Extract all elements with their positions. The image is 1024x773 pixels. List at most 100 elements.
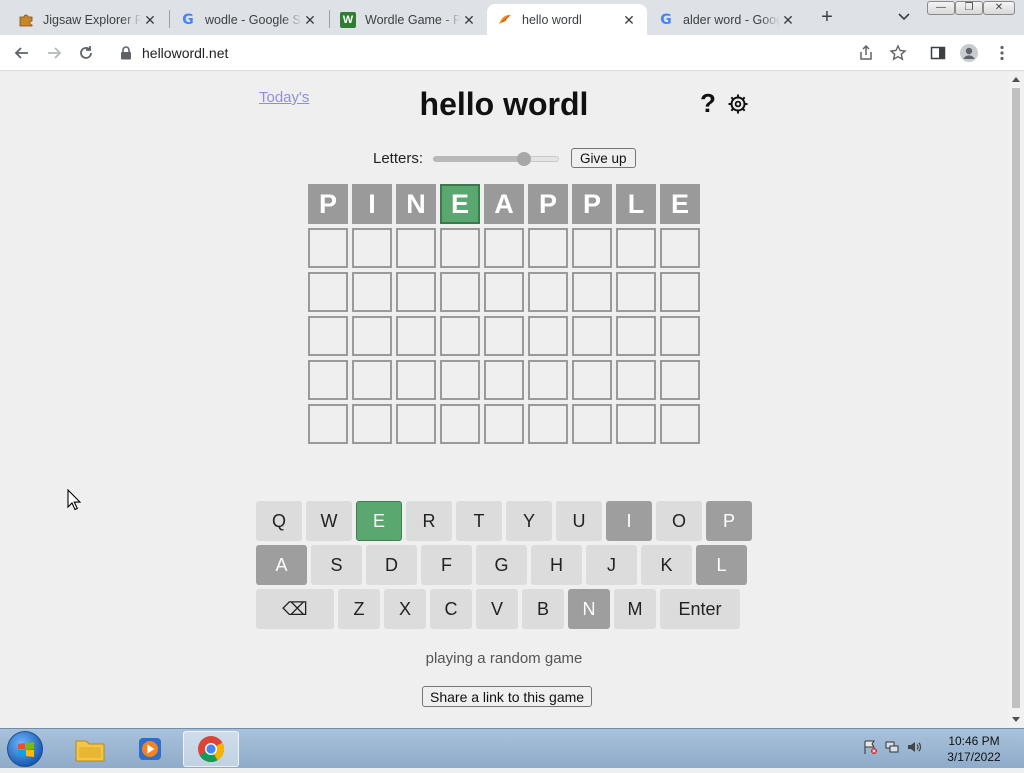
page-title: hello wordl bbox=[419, 86, 589, 122]
board-tile bbox=[352, 228, 392, 268]
chrome-icon[interactable] bbox=[183, 731, 239, 767]
key-t[interactable]: T bbox=[456, 501, 502, 541]
board-tile bbox=[440, 316, 480, 356]
key-u[interactable]: U bbox=[556, 501, 602, 541]
key-c[interactable]: C bbox=[430, 589, 472, 629]
close-icon[interactable]: ✕ bbox=[142, 12, 158, 28]
backspace-key-icon[interactable]: ⌫ bbox=[256, 589, 334, 629]
key-m[interactable]: M bbox=[614, 589, 656, 629]
key-o[interactable]: O bbox=[656, 501, 702, 541]
key-w[interactable]: W bbox=[306, 501, 352, 541]
profile-avatar-icon[interactable] bbox=[959, 43, 979, 63]
scroll-up-arrow-icon[interactable] bbox=[1012, 77, 1020, 82]
vertical-scrollbar[interactable] bbox=[1008, 72, 1024, 727]
slider-thumb[interactable] bbox=[516, 152, 531, 166]
close-window-icon[interactable]: ✕ bbox=[983, 1, 1015, 15]
board-tile bbox=[308, 272, 348, 312]
close-icon[interactable]: ✕ bbox=[302, 12, 318, 28]
board-tile bbox=[440, 404, 480, 444]
board-tile bbox=[396, 404, 436, 444]
board-tile: P bbox=[528, 184, 568, 224]
give-up-button[interactable]: Give up bbox=[571, 148, 636, 168]
tab-title: Wordle Game - Pl bbox=[365, 12, 461, 27]
google-icon: G bbox=[182, 11, 194, 28]
key-y[interactable]: Y bbox=[506, 501, 552, 541]
letters-slider[interactable] bbox=[433, 152, 560, 166]
volume-speaker-icon[interactable] bbox=[906, 739, 922, 760]
help-button[interactable]: ? bbox=[700, 88, 716, 119]
board-tile bbox=[616, 228, 656, 268]
key-l[interactable]: L bbox=[696, 545, 747, 585]
kebab-menu-icon[interactable] bbox=[992, 43, 1012, 63]
scrollbar-thumb[interactable] bbox=[1012, 88, 1020, 708]
new-tab-plus-icon[interactable]: + bbox=[816, 6, 838, 28]
key-b[interactable]: B bbox=[522, 589, 564, 629]
tab-wodle-google[interactable]: G wodle - Google S ✕ bbox=[170, 4, 328, 35]
key-s[interactable]: S bbox=[311, 545, 362, 585]
lock-icon[interactable] bbox=[120, 46, 132, 65]
key-n[interactable]: N bbox=[568, 589, 610, 629]
board-tile bbox=[660, 404, 700, 444]
letters-label: Letters: bbox=[373, 149, 424, 167]
action-center-flag-icon[interactable] bbox=[862, 739, 878, 760]
tab-jigsaw-explorer[interactable]: Jigsaw Explorer Pu ✕ bbox=[8, 4, 168, 35]
share-link-button[interactable]: Share a link to this game bbox=[422, 686, 593, 707]
key-d[interactable]: D bbox=[366, 545, 417, 585]
key-v[interactable]: V bbox=[476, 589, 518, 629]
tab-title: alder word - Goog bbox=[683, 12, 780, 27]
key-f[interactable]: F bbox=[421, 545, 472, 585]
tab-wordle-game[interactable]: W Wordle Game - Pl ✕ bbox=[330, 4, 487, 35]
google-icon: G bbox=[660, 11, 672, 28]
enter-key[interactable]: Enter bbox=[660, 589, 740, 629]
key-p[interactable]: P bbox=[706, 501, 752, 541]
share-page-icon[interactable] bbox=[856, 43, 876, 63]
mouse-cursor-icon bbox=[67, 488, 82, 516]
settings-gear-icon[interactable] bbox=[727, 93, 749, 115]
file-explorer-icon[interactable] bbox=[62, 731, 118, 767]
scroll-down-arrow-icon[interactable] bbox=[1012, 717, 1020, 722]
forward-arrow-icon[interactable] bbox=[44, 43, 64, 63]
key-g[interactable]: G bbox=[476, 545, 527, 585]
jigsaw-icon bbox=[18, 12, 34, 28]
board-tile: P bbox=[308, 184, 348, 224]
side-panel-icon[interactable] bbox=[928, 43, 948, 63]
tab-alder-word-google[interactable]: G alder word - Goog ✕ bbox=[648, 4, 806, 35]
bookmark-star-icon[interactable] bbox=[888, 43, 908, 63]
restore-window-icon[interactable]: ❐ bbox=[955, 1, 983, 15]
back-arrow-icon[interactable] bbox=[12, 43, 32, 63]
board-row bbox=[308, 404, 704, 448]
key-r[interactable]: R bbox=[406, 501, 452, 541]
board-tile bbox=[572, 272, 612, 312]
url-text: hellowordl.net bbox=[142, 45, 229, 61]
media-player-icon[interactable] bbox=[122, 731, 178, 767]
key-e[interactable]: E bbox=[356, 501, 402, 541]
key-k[interactable]: K bbox=[641, 545, 692, 585]
board-tile: I bbox=[352, 184, 392, 224]
close-icon[interactable]: ✕ bbox=[461, 12, 477, 28]
network-icon[interactable] bbox=[884, 739, 900, 760]
close-icon[interactable]: ✕ bbox=[780, 12, 796, 28]
tab-title: Jigsaw Explorer Pu bbox=[43, 12, 142, 27]
page-content: Today's hello wordl ? Letters: Give up P… bbox=[0, 72, 1008, 727]
key-q[interactable]: Q bbox=[256, 501, 302, 541]
board-tile: P bbox=[572, 184, 612, 224]
key-i[interactable]: I bbox=[606, 501, 652, 541]
key-a[interactable]: A bbox=[256, 545, 307, 585]
tab-search-chevron-icon[interactable] bbox=[896, 8, 912, 24]
address-bar[interactable]: hellowordl.net bbox=[110, 39, 920, 67]
key-j[interactable]: J bbox=[586, 545, 637, 585]
close-icon[interactable]: ✕ bbox=[621, 12, 637, 28]
board-tile bbox=[616, 360, 656, 400]
key-z[interactable]: Z bbox=[338, 589, 380, 629]
system-clock[interactable]: 10:46 PM 3/17/2022 bbox=[938, 733, 1010, 765]
key-x[interactable]: X bbox=[384, 589, 426, 629]
tab-hello-wordl[interactable]: hello wordl ✕ bbox=[487, 4, 647, 35]
board-tile bbox=[484, 316, 524, 356]
board-tile bbox=[352, 360, 392, 400]
system-tray bbox=[862, 729, 922, 769]
reload-icon[interactable] bbox=[76, 43, 96, 63]
windows-start-orb-icon[interactable] bbox=[7, 731, 43, 767]
minimize-window-icon[interactable]: — bbox=[927, 1, 955, 15]
clock-time: 10:46 PM bbox=[948, 734, 1000, 748]
key-h[interactable]: H bbox=[531, 545, 582, 585]
